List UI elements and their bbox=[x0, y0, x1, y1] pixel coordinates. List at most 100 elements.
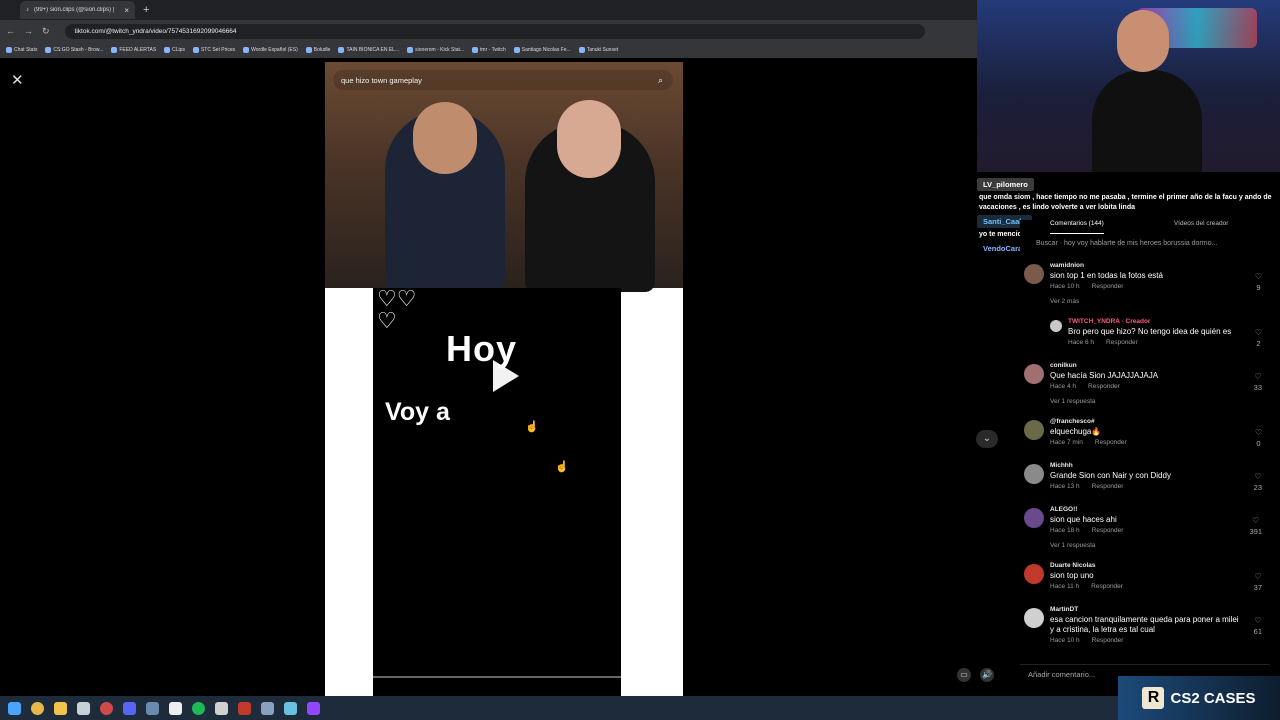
app-icon[interactable] bbox=[238, 701, 251, 715]
avatar[interactable] bbox=[1024, 508, 1044, 528]
bookmark-item[interactable]: Santiago Nicolas Fe... bbox=[513, 47, 571, 53]
avatar[interactable] bbox=[1024, 464, 1044, 484]
comment-item: TWITCH_YNDRA · Creador Bro pero que hizo?… bbox=[1020, 318, 1278, 362]
forward-icon[interactable]: → bbox=[24, 26, 33, 36]
avatar[interactable] bbox=[1024, 608, 1044, 628]
bookmark-icon bbox=[472, 47, 479, 53]
bookmark-item[interactable]: TAIN BIONICA EN EL... bbox=[338, 47, 399, 53]
comment-time: Hace 11 h bbox=[1050, 583, 1080, 590]
comment-text: Que hacía Sion JAJAJJAJAJA bbox=[1050, 371, 1159, 380]
video-player[interactable]: que hizo town gameplay ⌕ ♡♡ ♡ Hoy Voy a bbox=[325, 62, 683, 696]
like-button[interactable]: ♡ 0 bbox=[1255, 428, 1262, 448]
like-button[interactable]: ♡ 23 bbox=[1254, 472, 1262, 492]
folder-icon[interactable] bbox=[54, 701, 67, 715]
view-replies-button[interactable]: Ver 2 más bbox=[1050, 298, 1079, 305]
app-icon[interactable] bbox=[261, 701, 274, 715]
person-left bbox=[385, 102, 505, 290]
view-replies-button[interactable]: Ver 1 respuesta bbox=[1050, 398, 1096, 405]
play-icon[interactable] bbox=[493, 360, 519, 392]
bookmark-item[interactable]: Chat Stats bbox=[6, 47, 37, 53]
comments-search-hint[interactable]: Buscar · hoy voy hablarte de mis heroes … bbox=[1036, 240, 1276, 252]
bookmark-item[interactable]: Wordle Español (ES) bbox=[243, 47, 298, 53]
brand-text: CS2 CASES bbox=[1170, 689, 1256, 707]
reply-button[interactable]: Responder bbox=[1092, 483, 1124, 490]
app-icon[interactable] bbox=[146, 701, 159, 715]
windows-start-icon[interactable] bbox=[8, 701, 21, 715]
heart-icon: ♡ bbox=[1254, 372, 1262, 381]
heart-icon: ♡ bbox=[1254, 428, 1262, 437]
video-search-pill[interactable]: que hizo town gameplay ⌕ bbox=[333, 70, 673, 90]
tab-title: (99+) sion.clips (@sion.clips) | TikTok bbox=[34, 7, 114, 13]
comment-time: Hace 7 min bbox=[1050, 439, 1083, 446]
comment-author[interactable]: TWITCH_YNDRA · Creador bbox=[1068, 318, 1150, 325]
reload-icon[interactable]: ↻ bbox=[42, 26, 50, 37]
steam-icon[interactable] bbox=[77, 701, 90, 715]
chrome-alt-icon[interactable] bbox=[100, 701, 113, 715]
bookmark-item[interactable]: Tanuki Sunset bbox=[578, 47, 618, 53]
bookmark-item[interactable]: tmr - Twitch bbox=[472, 47, 506, 53]
avatar[interactable] bbox=[1024, 264, 1044, 284]
bookmark-icon bbox=[111, 47, 118, 53]
address-bar-row: ← → ↻ tiktok.com/@twitch_yndra/video/757… bbox=[0, 20, 977, 42]
tab-creator-videos[interactable]: Vídeos del creador bbox=[1174, 220, 1229, 234]
bookmark-item[interactable]: sionerom - Kick Stat... bbox=[407, 47, 464, 53]
avatar[interactable] bbox=[1050, 320, 1062, 332]
browser-tab[interactable]: ♪ (99+) sion.clips (@sion.clips) | TikTo… bbox=[20, 1, 135, 19]
like-button[interactable]: ♡ 33 bbox=[1254, 372, 1262, 392]
avatar[interactable] bbox=[1024, 420, 1044, 440]
like-button[interactable]: ♡ 37 bbox=[1254, 572, 1262, 592]
bookmark-icon bbox=[243, 47, 250, 53]
like-count: 61 bbox=[1253, 627, 1262, 636]
reply-button[interactable]: Responder bbox=[1095, 439, 1127, 446]
reply-button[interactable]: Responder bbox=[1092, 283, 1124, 290]
bookmark-item[interactable]: CS:GO Stash - Brow... bbox=[45, 47, 103, 53]
comment-item: Michhh Grande Sion con Nair y con Diddy Ha… bbox=[1020, 462, 1278, 506]
like-button[interactable]: ♡ 61 bbox=[1254, 616, 1262, 636]
spotify-icon[interactable] bbox=[192, 701, 205, 715]
avatar[interactable] bbox=[1024, 364, 1044, 384]
webcam-feed bbox=[977, 0, 1280, 172]
like-button[interactable]: ♡ 9 bbox=[1255, 272, 1262, 292]
comment-author[interactable]: MartinDT bbox=[1050, 606, 1078, 613]
url-field[interactable]: tiktok.com/@twitch_yndra/video/757453169… bbox=[64, 23, 925, 39]
close-icon[interactable]: ✕ bbox=[11, 71, 24, 89]
comment-author[interactable]: Michhh bbox=[1050, 462, 1073, 469]
reply-button[interactable]: Responder bbox=[1091, 583, 1123, 590]
bookmark-icon bbox=[338, 47, 345, 53]
bookmark-item[interactable]: FEED ALERTAS bbox=[111, 47, 156, 53]
app-icon[interactable] bbox=[215, 701, 228, 715]
view-replies-button[interactable]: Ver 1 respuesta bbox=[1050, 542, 1096, 549]
twitch-icon[interactable] bbox=[307, 701, 320, 715]
bookmark-label: Wordle Español (ES) bbox=[251, 47, 298, 53]
comment-author[interactable]: @franchesco# bbox=[1050, 418, 1095, 425]
comment-author[interactable]: ALEGO!! bbox=[1050, 506, 1077, 513]
bookmark-item[interactable]: Boludle bbox=[305, 47, 330, 53]
discord-icon[interactable] bbox=[123, 701, 136, 715]
reply-button[interactable]: Responder bbox=[1092, 637, 1124, 644]
close-tab-icon[interactable]: × bbox=[124, 6, 129, 15]
chevron-down-icon[interactable]: ⌄ bbox=[976, 430, 998, 448]
bookmark-item[interactable]: CLips bbox=[164, 47, 185, 53]
streamer bbox=[1092, 10, 1202, 172]
bookmark-item[interactable]: STC Set Prices bbox=[192, 47, 235, 53]
avatar[interactable] bbox=[1024, 564, 1044, 584]
reply-button[interactable]: Responder bbox=[1088, 383, 1120, 390]
app-icon[interactable] bbox=[284, 701, 297, 715]
like-button[interactable]: ♡ 391 bbox=[1249, 516, 1262, 536]
like-button[interactable]: ♡ 2 bbox=[1255, 328, 1262, 348]
heart-icon: ♡ bbox=[1254, 328, 1262, 337]
volume-icon[interactable]: 🔊 bbox=[980, 668, 994, 682]
reply-button[interactable]: Responder bbox=[1106, 339, 1138, 346]
tab-comments[interactable]: Comentarios (144) bbox=[1050, 220, 1104, 234]
new-tab-icon[interactable]: + bbox=[143, 4, 149, 16]
chrome-icon[interactable] bbox=[31, 701, 44, 715]
video-progress-bar[interactable] bbox=[373, 676, 621, 678]
back-icon[interactable]: ← bbox=[6, 26, 15, 36]
comment-author[interactable]: wamidnion bbox=[1050, 262, 1084, 269]
comments-panel: Comentarios (144) Vídeos del creador Bus… bbox=[1020, 220, 1278, 696]
captions-icon[interactable]: ▭ bbox=[957, 668, 971, 682]
app-icon[interactable] bbox=[169, 701, 182, 715]
reply-button[interactable]: Responder bbox=[1092, 527, 1124, 534]
comment-author[interactable]: Duarte Nicolas bbox=[1050, 562, 1096, 569]
comment-author[interactable]: conilkun bbox=[1050, 362, 1077, 369]
